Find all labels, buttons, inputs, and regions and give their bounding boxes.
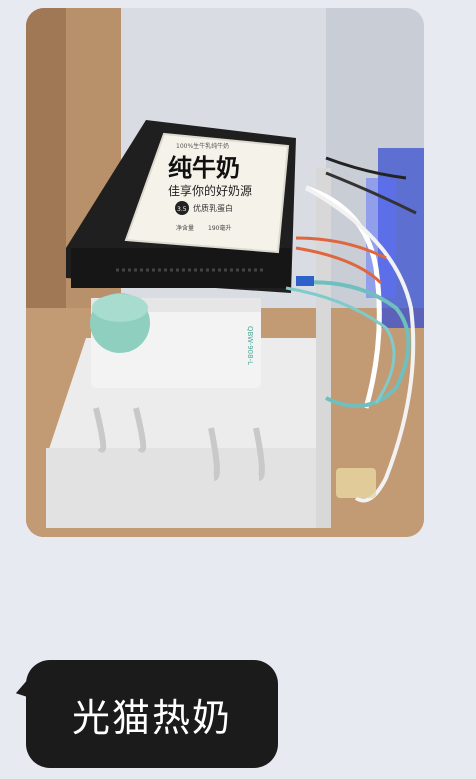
black-box-front (71, 248, 291, 288)
milk-subtitle: 佳享你的好奶源 (168, 183, 252, 198)
message-text: 光猫热奶 (71, 695, 232, 740)
chat-bubble[interactable]: 光猫热奶 (12, 660, 278, 768)
fiber-connector (336, 468, 376, 498)
router-side (316, 168, 331, 528)
modem-green-cap-top (92, 294, 148, 322)
milk-brand: 优质乳蛋白 (193, 203, 233, 213)
router-base-front (46, 448, 326, 528)
milk-top-text: 100%生牛乳纯牛奶 (176, 142, 229, 150)
blue-connector (296, 276, 314, 286)
photo-image: QBW-908-L 100%生牛乳纯牛奶 纯牛奶 佳享你的好奶源 3.5 优质乳… (26, 8, 424, 537)
router-label: QBW-908-L (246, 326, 254, 365)
milk-badge: 3.5 (177, 206, 187, 213)
milk-footer-right: 190毫升 (208, 224, 231, 232)
milk-footer-left: 净含量 (176, 224, 194, 232)
photo-message[interactable]: QBW-908-L 100%生牛乳纯牛奶 纯牛奶 佳享你的好奶源 3.5 优质乳… (26, 8, 424, 537)
milk-title: 纯牛奶 (168, 154, 240, 182)
bubble-tail (12, 677, 38, 707)
